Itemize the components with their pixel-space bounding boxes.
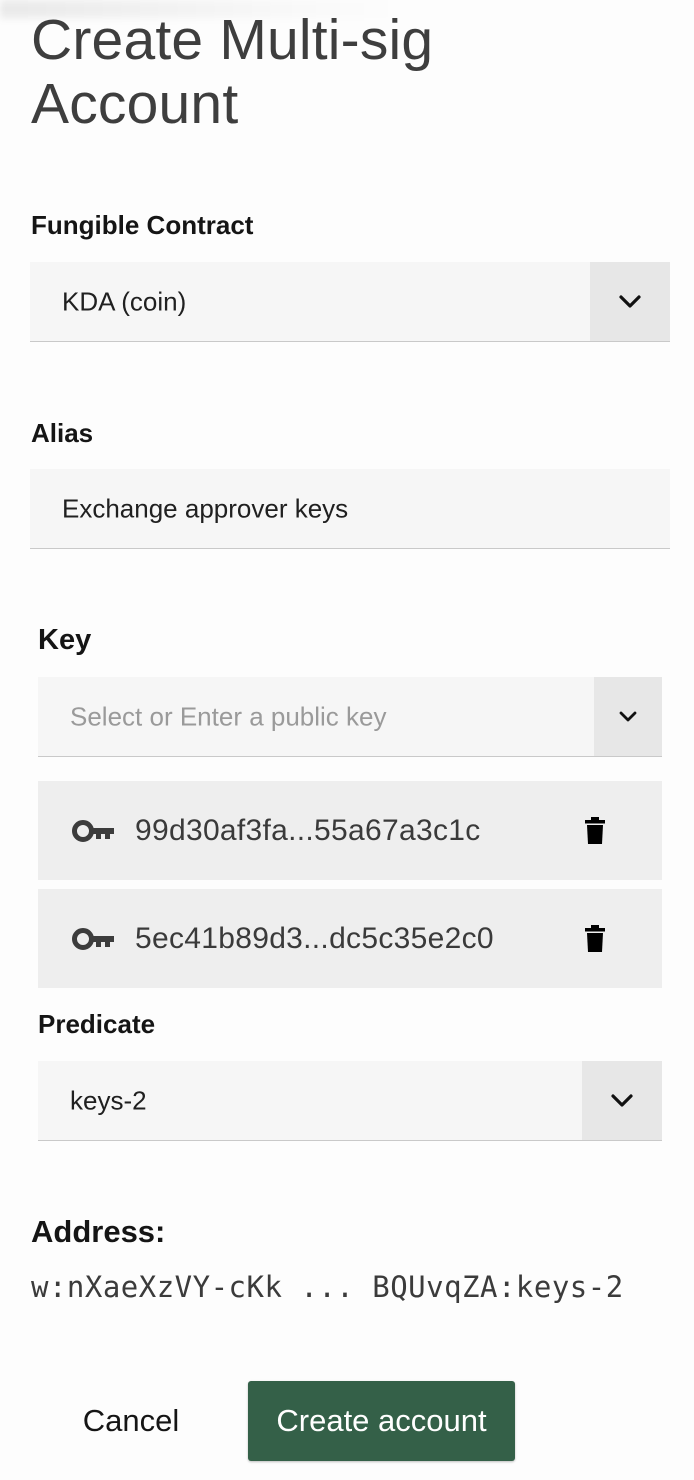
chevron-down-icon	[619, 294, 641, 308]
key-select-input[interactable]: Select or Enter a public key	[38, 677, 662, 757]
key-icon	[72, 928, 114, 950]
address-value: w:nXaeXzVY-cKk ... BQUvqZA:keys-2	[31, 1270, 624, 1304]
key-dropdown-button[interactable]	[594, 677, 662, 756]
page-title-line1: Create Multi-sig	[31, 8, 434, 72]
fungible-contract-label: Fungible Contract	[31, 210, 254, 240]
predicate-label: Predicate	[38, 1009, 156, 1039]
predicate-select[interactable]: keys-2	[38, 1061, 662, 1141]
key-value: 5ec41b89d3...dc5c35e2c0	[135, 921, 494, 955]
chevron-down-icon	[619, 711, 637, 721]
trash-icon[interactable]	[584, 925, 606, 953]
page-title-line2: Account	[31, 72, 239, 136]
key-icon	[72, 820, 114, 842]
key-value: 99d30af3fa...55a67a3c1c	[135, 813, 481, 847]
chevron-down-icon	[611, 1093, 633, 1107]
cancel-button[interactable]: Cancel	[60, 1382, 202, 1460]
fungible-contract-dropdown-button[interactable]	[590, 262, 670, 341]
predicate-dropdown-button[interactable]	[582, 1061, 662, 1140]
predicate-value: keys-2	[70, 1085, 147, 1115]
trash-icon[interactable]	[584, 817, 606, 845]
fungible-contract-value: KDA (coin)	[62, 286, 187, 316]
alias-value: Exchange approver keys	[62, 493, 349, 523]
alias-label: Alias	[31, 418, 94, 448]
fungible-contract-select[interactable]: KDA (coin)	[30, 262, 670, 342]
page-title: Create Multi-sig Account	[31, 8, 433, 136]
key-placeholder: Select or Enter a public key	[70, 701, 387, 731]
key-list-item: 99d30af3fa...55a67a3c1c	[38, 781, 662, 880]
key-list-item: 5ec41b89d3...dc5c35e2c0	[38, 889, 662, 988]
create-account-button[interactable]: Create account	[248, 1381, 515, 1461]
key-label: Key	[38, 624, 92, 656]
alias-input[interactable]: Exchange approver keys	[30, 469, 670, 549]
address-label: Address:	[31, 1214, 166, 1249]
